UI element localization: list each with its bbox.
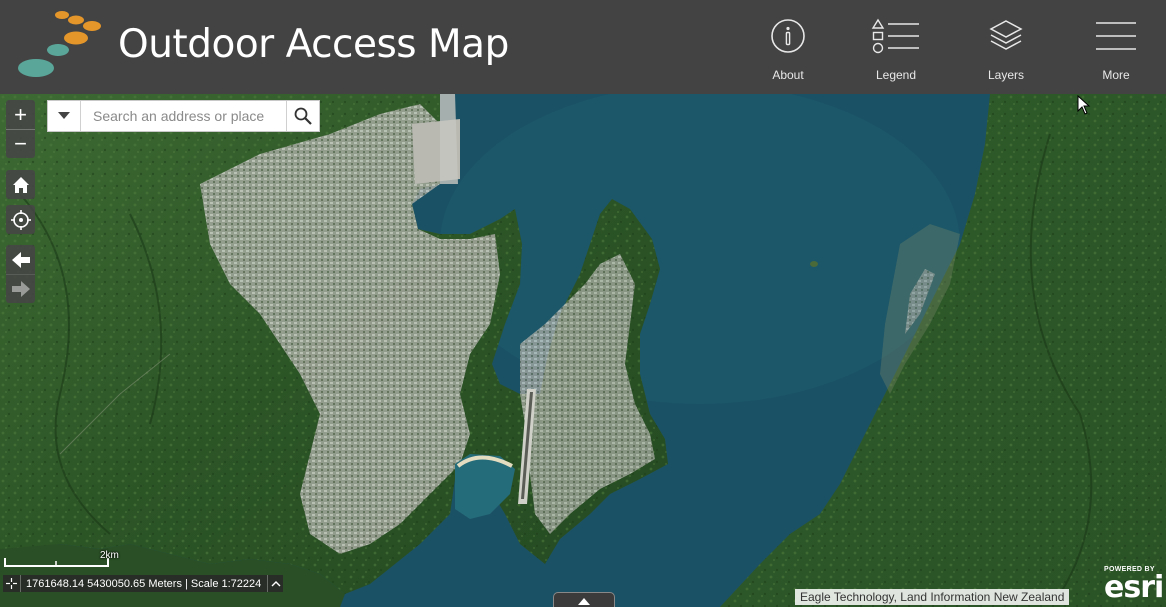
plus-icon: + [14, 101, 27, 127]
zoom-out-button[interactable]: − [6, 129, 35, 158]
locate-control [6, 205, 35, 234]
caret-down-icon [58, 112, 70, 119]
more-label: More [1102, 68, 1130, 82]
zoom-in-button[interactable]: + [6, 100, 35, 129]
esri-logo[interactable]: POWERED BY esri [1104, 566, 1164, 605]
back-button[interactable] [6, 245, 35, 274]
scale-label: 2km [100, 550, 119, 561]
home-control [6, 170, 35, 199]
coordinate-mode-button[interactable] [3, 575, 21, 592]
home-button[interactable] [6, 170, 35, 199]
bottom-panel-toggle[interactable] [553, 592, 615, 607]
app-logo [18, 11, 101, 77]
info-icon [771, 19, 805, 53]
coordinate-display: 1761648.14 5430050.65 Meters | Scale 1:7… [3, 575, 284, 592]
legend-label: Legend [875, 68, 917, 82]
about-button[interactable]: About [748, 14, 828, 86]
coordinate-text: 1761648.14 5430050.65 Meters | Scale 1:7… [26, 577, 262, 590]
map-view[interactable] [0, 94, 1166, 607]
satellite-basemap[interactable] [0, 94, 1166, 607]
layers-icon [989, 20, 1023, 50]
home-icon [12, 176, 29, 193]
search-source-dropdown[interactable] [48, 101, 81, 131]
locate-button[interactable] [6, 205, 35, 234]
zoom-control: + − [6, 100, 35, 158]
chevron-up-icon [271, 580, 281, 586]
search-input[interactable] [81, 101, 286, 131]
forward-button[interactable] [6, 274, 35, 303]
app-header: Outdoor Access Map About Legend Layers M… [0, 0, 1166, 94]
arrow-left-icon [11, 251, 30, 268]
more-button[interactable]: More [1076, 14, 1156, 86]
minus-icon: − [14, 131, 27, 156]
crosshair-icon [6, 578, 17, 589]
mouse-cursor-icon [1077, 95, 1091, 115]
locate-icon [10, 209, 31, 230]
legend-button[interactable]: Legend [856, 14, 936, 86]
app-title: Outdoor Access Map [118, 22, 509, 67]
search-button[interactable] [286, 101, 319, 131]
legend-icon [871, 18, 919, 54]
navigation-control [6, 245, 35, 303]
search-icon [294, 107, 312, 125]
search-box [47, 100, 320, 132]
arrow-right-icon [11, 281, 30, 297]
layers-label: Layers [987, 68, 1025, 82]
layers-button[interactable]: Layers [966, 14, 1046, 86]
esri-wordmark: esri [1104, 570, 1164, 605]
about-label: About [772, 68, 804, 82]
map-attribution[interactable]: Eagle Technology, Land Information New Z… [795, 589, 1070, 605]
caret-up-icon [578, 597, 590, 605]
coordinate-expand-button[interactable] [267, 575, 283, 592]
menu-icon [1096, 22, 1136, 50]
